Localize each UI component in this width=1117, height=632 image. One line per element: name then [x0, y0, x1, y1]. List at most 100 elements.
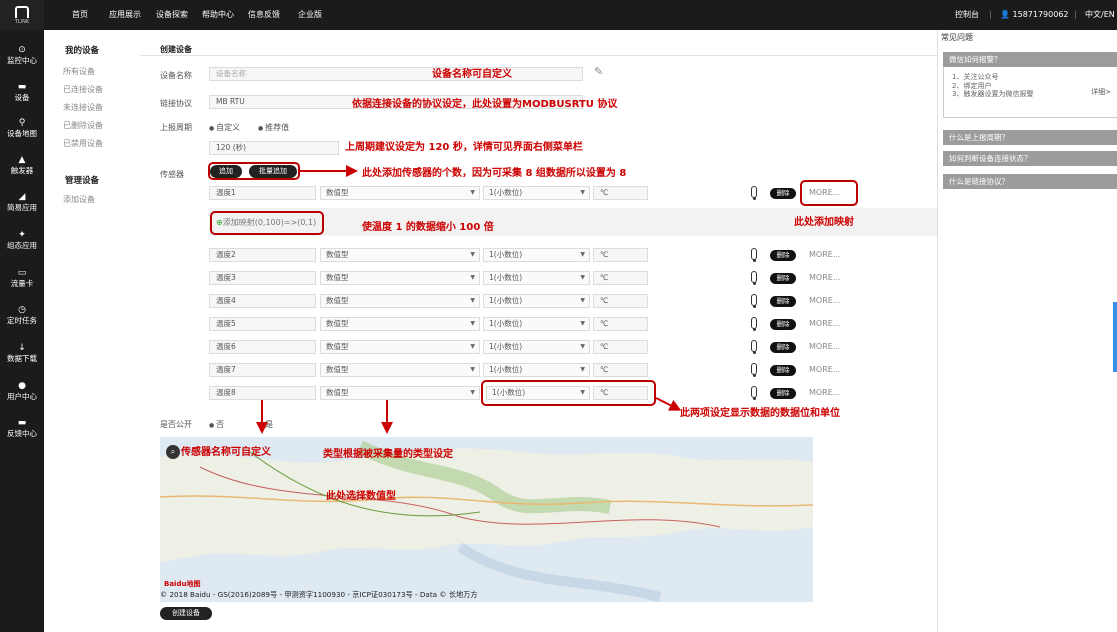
- faq-detail-link[interactable]: 详细>: [1091, 88, 1111, 97]
- thermometer-icon: [751, 340, 757, 354]
- sidebar-item-triggers[interactable]: ▲ 触发器: [0, 155, 44, 176]
- delete-sensor-button[interactable]: 删除: [770, 250, 796, 261]
- create-device-button[interactable]: 创建设备: [160, 607, 212, 620]
- user-phone: 15871790062: [1012, 10, 1069, 19]
- sensor-unit-input[interactable]: ℃: [593, 363, 648, 377]
- period-radio-recommended[interactable]: ● 推荐值: [258, 122, 289, 133]
- top-bar: TLINK 首页 应用展示 设备探索 帮助中心 信息反馈 企业版 控制台 | 👤…: [0, 0, 1117, 30]
- sensor-type-select[interactable]: 数值型 ▼: [320, 271, 480, 285]
- sidebar-item-scheduled-tasks[interactable]: ◷ 定时任务: [0, 305, 44, 326]
- delete-sensor-button[interactable]: 删除: [770, 388, 796, 399]
- public-label: 是否公开: [160, 420, 192, 429]
- sensor-type-select[interactable]: 数值型 ▼: [320, 317, 480, 331]
- sensor-decimals-select[interactable]: 1(小数位) ▼: [483, 363, 590, 377]
- sensor-name-input[interactable]: 温度5: [209, 317, 316, 331]
- sensor-type-select[interactable]: 数值型 ▼: [320, 340, 480, 354]
- delete-sensor-button[interactable]: 删除: [770, 342, 796, 353]
- dropdown-arrow-icon: ▼: [470, 389, 475, 396]
- highlight-mapping-link: [210, 211, 324, 235]
- delete-sensor-button[interactable]: 删除: [770, 188, 796, 199]
- nav-showcase[interactable]: 应用展示: [109, 0, 141, 30]
- submenu-disabled[interactable]: 已禁用设备: [63, 138, 103, 149]
- sensor-decimals-select[interactable]: 1(小数位) ▼: [483, 186, 590, 200]
- nav-explore[interactable]: 设备探索: [156, 0, 188, 30]
- sensor-name-input[interactable]: 温度3: [209, 271, 316, 285]
- period-input[interactable]: 120 (秒): [209, 141, 339, 155]
- submenu-not-connected[interactable]: 未连接设备: [63, 102, 103, 113]
- delete-sensor-button[interactable]: 删除: [770, 296, 796, 307]
- faq-connection-status[interactable]: 如何判断设备连接状态？: [943, 151, 1117, 166]
- sensor-type-select[interactable]: 数值型 ▼: [320, 248, 480, 262]
- sensor-more-link[interactable]: MORE...: [809, 319, 840, 328]
- sidebar-item-simple-apps[interactable]: ◢ 简易应用: [0, 192, 44, 213]
- sensor-decimals-select[interactable]: 1(小数位) ▼: [483, 294, 590, 308]
- user-menu[interactable]: 👤 15871790062: [1000, 0, 1069, 30]
- faq-link-protocol[interactable]: 什么是链接协议？: [943, 174, 1117, 189]
- nav-home[interactable]: 首页: [72, 0, 88, 30]
- submenu-connected[interactable]: 已连接设备: [63, 84, 103, 95]
- topbar-divider: |: [989, 10, 992, 19]
- location-map[interactable]: ⌕ Baidu地图 © 2018 Baidu - GS(2016)2089号 -…: [160, 437, 813, 602]
- sensor-type-select[interactable]: 数值型 ▼: [320, 294, 480, 308]
- device-name-input[interactable]: 设备名称: [209, 67, 583, 81]
- feedback-side-tab[interactable]: [1113, 302, 1117, 372]
- download-icon: ↓: [18, 343, 26, 353]
- public-radio-yes[interactable]: ○ 是: [258, 419, 273, 430]
- language-switch[interactable]: 中文/EN: [1085, 0, 1115, 30]
- sensor-type-select[interactable]: 数值型 ▼: [320, 186, 480, 200]
- submenu-add-device[interactable]: 添加设备: [63, 194, 95, 205]
- nav-enterprise[interactable]: 企业版: [298, 0, 322, 30]
- sensor-unit-input[interactable]: ℃: [593, 340, 648, 354]
- sidebar-item-monitor[interactable]: ⊙ 监控中心: [0, 45, 44, 66]
- sensor-type-select[interactable]: 数值型 ▼: [320, 386, 480, 400]
- delete-sensor-button[interactable]: 删除: [770, 273, 796, 284]
- sensor-decimals-select[interactable]: 1(小数位) ▼: [483, 271, 590, 285]
- faq-report-period[interactable]: 什么是上报周期？: [943, 130, 1117, 145]
- sensor-decimals-select[interactable]: 1(小数位) ▼: [483, 248, 590, 262]
- faq-wechat-alarm[interactable]: 微信如何报警？: [943, 52, 1117, 67]
- sensor-more-link[interactable]: MORE...: [809, 250, 840, 259]
- sensor-unit-input[interactable]: ℃: [593, 294, 648, 308]
- sensor-type-select[interactable]: 数值型 ▼: [320, 363, 480, 377]
- console-link[interactable]: 控制台: [955, 0, 979, 30]
- period-radio-custom[interactable]: ● 自定义: [209, 122, 240, 133]
- submenu-all-devices[interactable]: 所有设备: [63, 66, 95, 77]
- sidebar-item-device-map[interactable]: ⚲ 设备地图: [0, 118, 44, 139]
- sidebar-item-data-download[interactable]: ↓ 数据下载: [0, 343, 44, 364]
- sensor-more-link[interactable]: MORE...: [809, 388, 840, 397]
- sensor-unit-input[interactable]: ℃: [593, 271, 648, 285]
- sidebar-item-devices[interactable]: ▬ 设备: [0, 82, 44, 103]
- sensor-name-input[interactable]: 温度1: [209, 186, 316, 200]
- sensor-name-input[interactable]: 温度2: [209, 248, 316, 262]
- sensor-name-input[interactable]: 温度8: [209, 386, 316, 400]
- nav-help[interactable]: 帮助中心: [202, 0, 234, 30]
- sensor-name-input[interactable]: 温度4: [209, 294, 316, 308]
- sensor-name-input[interactable]: 温度6: [209, 340, 316, 354]
- baidu-logo: Baidu地图: [164, 580, 201, 588]
- sensor-more-link[interactable]: MORE...: [809, 296, 840, 305]
- pencil-icon[interactable]: ✎: [594, 65, 603, 78]
- monitor-icon: ⊙: [18, 45, 26, 55]
- sensor-decimals-select[interactable]: 1(小数位) ▼: [483, 340, 590, 354]
- submenu-deleted[interactable]: 已删除设备: [63, 120, 103, 131]
- sidebar-item-config-apps[interactable]: ✦ 组态应用: [0, 230, 44, 251]
- sensor-unit-input[interactable]: ℃: [593, 248, 648, 262]
- site-logo[interactable]: TLINK: [0, 0, 44, 30]
- sensor-more-link[interactable]: MORE...: [809, 273, 840, 282]
- sensor-name-input[interactable]: 温度7: [209, 363, 316, 377]
- delete-sensor-button[interactable]: 删除: [770, 319, 796, 330]
- map-search-icon[interactable]: ⌕: [166, 445, 180, 459]
- public-radio-no[interactable]: ● 否: [209, 419, 224, 430]
- sensor-unit-input[interactable]: ℃: [593, 186, 648, 200]
- sensor-unit-input[interactable]: ℃: [593, 317, 648, 331]
- dropdown-arrow-icon: ▼: [580, 320, 585, 327]
- nav-feedback[interactable]: 信息反馈: [248, 0, 280, 30]
- sidebar-item-user-center[interactable]: ● 用户中心: [0, 381, 44, 402]
- delete-sensor-button[interactable]: 删除: [770, 365, 796, 376]
- sensor-decimals-select[interactable]: 1(小数位) ▼: [483, 317, 590, 331]
- sidebar-item-sim-cards[interactable]: ▭ 流量卡: [0, 268, 44, 289]
- sensor-more-link[interactable]: MORE...: [809, 342, 840, 351]
- sidebar-item-feedback[interactable]: ▬ 反馈中心: [0, 418, 44, 439]
- sensor-more-link[interactable]: MORE...: [809, 365, 840, 374]
- faq-wechat-steps: 1、关注公众号 2、绑定用户 3、触发器设置为微信报警 详细>: [943, 67, 1117, 118]
